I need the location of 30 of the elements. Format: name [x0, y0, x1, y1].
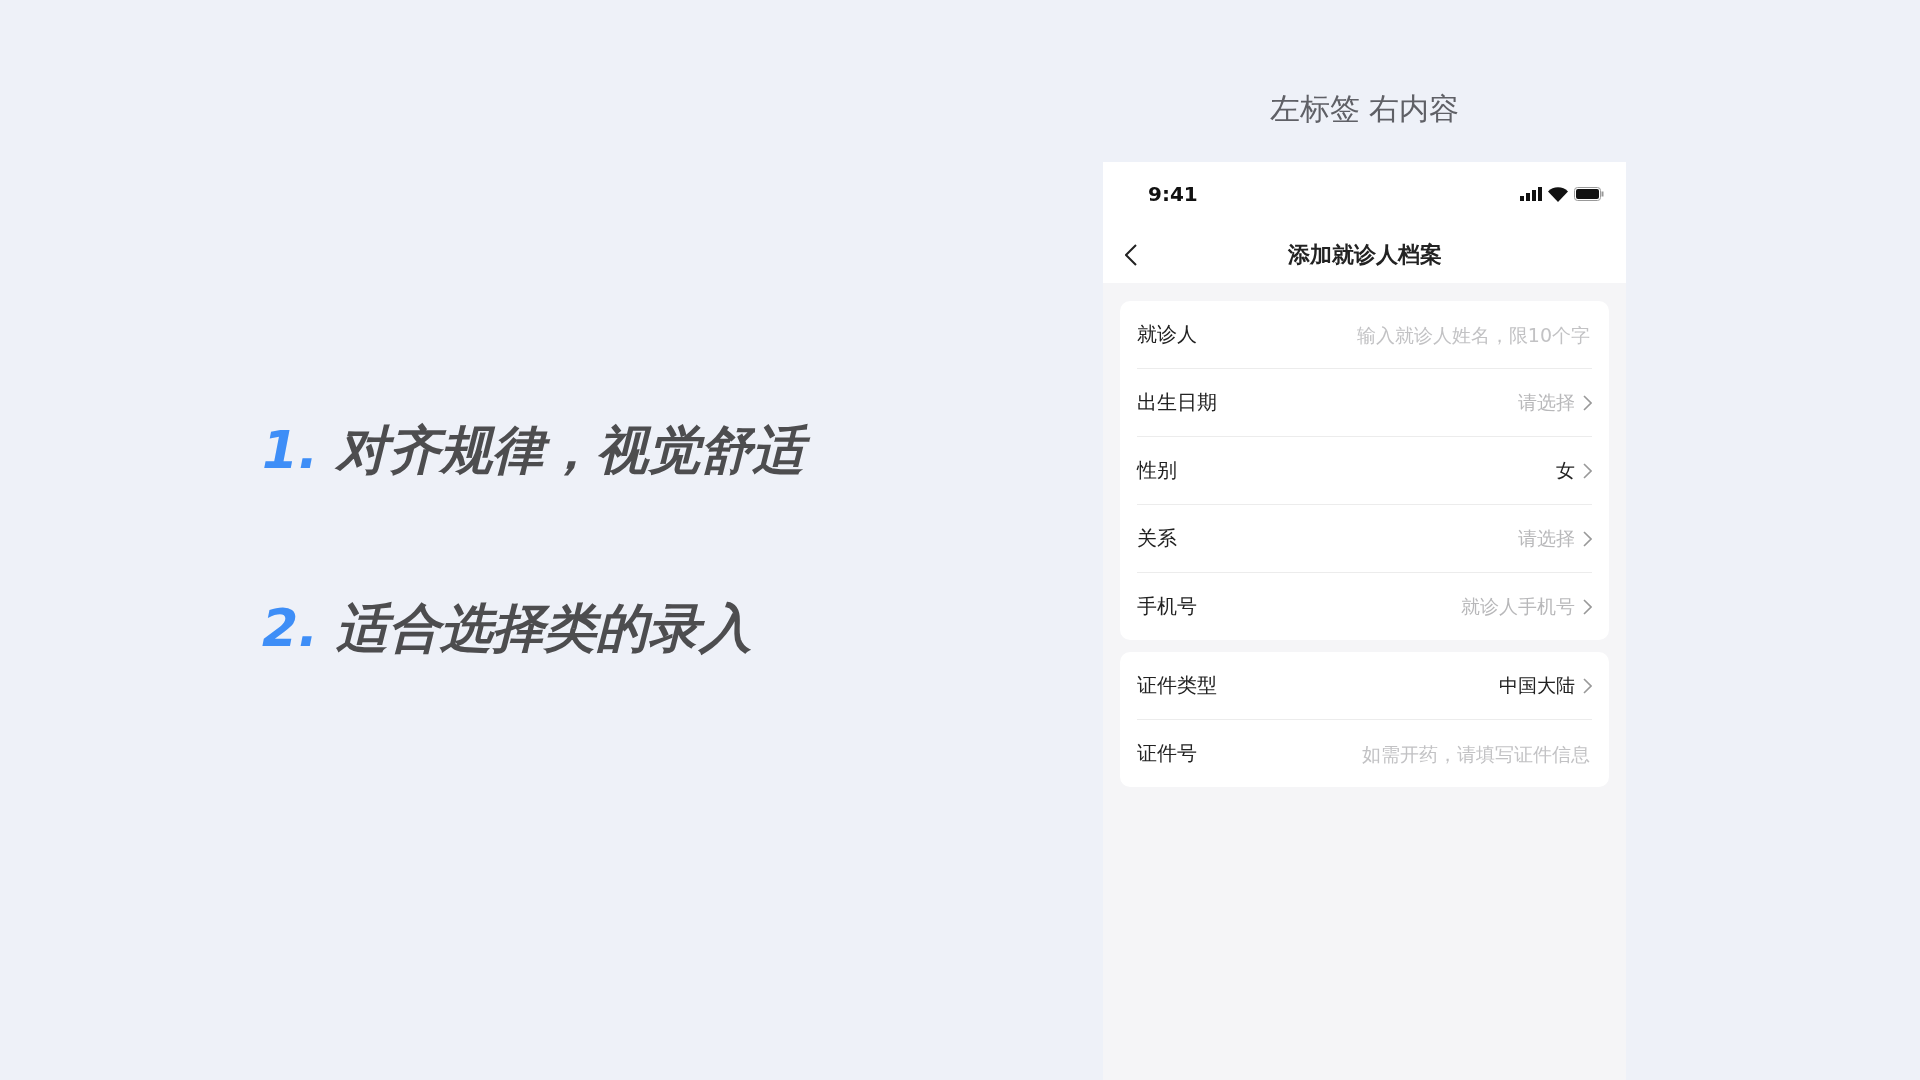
- point-number: 1.: [262, 420, 318, 480]
- field-label: 证件号: [1137, 740, 1197, 767]
- select-field[interactable]: 中国大陆: [1499, 672, 1592, 699]
- screen-title: 添加就诊人档案: [1287, 240, 1442, 269]
- field-label: 证件类型: [1137, 672, 1217, 699]
- wifi-icon: [1548, 186, 1568, 202]
- heading: 左标签 右内容: [1269, 89, 1460, 128]
- field-label: 性别: [1137, 457, 1177, 484]
- point-text: 对齐规律，视觉舒适: [335, 410, 816, 492]
- point-number: 2.: [262, 598, 318, 658]
- battery-icon: [1574, 187, 1604, 201]
- field-label: 手机号: [1137, 593, 1197, 620]
- field-label: 出生日期: [1137, 389, 1217, 416]
- select-field[interactable]: 就诊人手机号: [1461, 593, 1592, 620]
- select-field[interactable]: 女: [1556, 457, 1592, 484]
- select-field[interactable]: 请选择: [1518, 389, 1592, 416]
- chevron-right-icon: [1583, 598, 1592, 615]
- field-label: 就诊人: [1137, 321, 1197, 348]
- chevron-right-icon: [1583, 462, 1592, 479]
- select-field[interactable]: 请选择: [1518, 525, 1592, 552]
- input-field[interactable]: 输入就诊人姓名，限10个字: [1268, 322, 1592, 347]
- signal-icon: [1520, 187, 1542, 201]
- status-time: 9:41: [1148, 182, 1198, 206]
- chevron-right-icon: [1583, 530, 1592, 547]
- chevron-right-icon: [1583, 394, 1592, 411]
- input-field[interactable]: 如需开药，请填写证件信息: [1268, 741, 1592, 766]
- back-icon: [1125, 244, 1137, 266]
- field-label: 关系: [1137, 525, 1177, 552]
- point-text: 适合选择类的录入: [335, 597, 753, 660]
- chevron-right-icon: [1583, 677, 1592, 694]
